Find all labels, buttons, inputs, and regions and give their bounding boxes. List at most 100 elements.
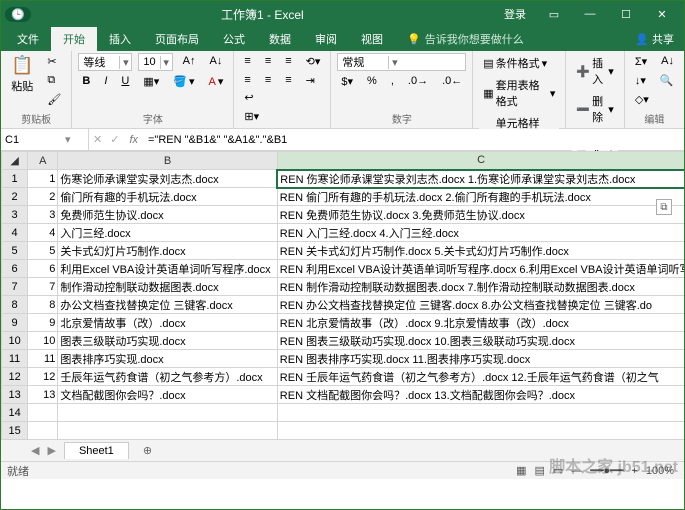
table-row[interactable]: 33免费师范生协议.docxREN 免费师范生协议.docx 3.免费师范生协议… bbox=[2, 206, 685, 224]
row-header[interactable]: 3 bbox=[2, 206, 28, 224]
name-box[interactable]: ▾ bbox=[1, 129, 89, 150]
row-header[interactable]: 5 bbox=[2, 242, 28, 260]
cell[interactable]: 图表排序巧实现.docx bbox=[58, 350, 277, 368]
new-sheet-button[interactable]: ⊕ bbox=[137, 442, 158, 459]
sheet-nav-next[interactable]: ▶ bbox=[47, 444, 55, 457]
view-page-layout-button[interactable]: ▤ bbox=[530, 464, 548, 477]
align-bottom-button[interactable]: ≡ bbox=[281, 53, 295, 69]
tell-me[interactable]: 💡 告诉我你想要做什么 bbox=[403, 27, 528, 51]
close-button[interactable]: ✕ bbox=[644, 1, 680, 27]
align-right-button[interactable]: ≡ bbox=[281, 72, 295, 88]
cell[interactable]: REN 文档配截图你会吗？.docx 13.文档配截图你会吗？.docx bbox=[277, 386, 684, 404]
tab-home[interactable]: 开始 bbox=[51, 27, 97, 51]
cell[interactable] bbox=[277, 404, 684, 422]
tab-file[interactable]: 文件 bbox=[5, 27, 51, 51]
cell[interactable]: 2 bbox=[28, 188, 58, 206]
bold-button[interactable]: B bbox=[78, 73, 94, 89]
table-row[interactable]: 14 bbox=[2, 404, 685, 422]
zoom-in-button[interactable]: + bbox=[627, 465, 641, 477]
sheet-nav-prev[interactable]: ◀ bbox=[31, 444, 39, 457]
cell[interactable]: 办公文档查找替换定位 三键客.docx bbox=[58, 296, 277, 314]
orientation-button[interactable]: ⟲▾ bbox=[302, 53, 325, 70]
cell[interactable] bbox=[277, 422, 684, 440]
worksheet[interactable]: ◢ A B C 11伤寒论师承课堂实录刘志杰.docxREN 伤寒论师承课堂实录… bbox=[1, 151, 684, 479]
cell[interactable]: 4 bbox=[28, 224, 58, 242]
grid[interactable]: ◢ A B C 11伤寒论师承课堂实录刘志杰.docxREN 伤寒论师承课堂实录… bbox=[1, 151, 684, 476]
cell[interactable]: 图表三级联动巧实现.docx bbox=[58, 332, 277, 350]
minimize-button[interactable]: — bbox=[572, 1, 608, 27]
cell[interactable]: REN 制作滑动控制联动数据图表.docx 7.制作滑动控制联动数据图表.doc… bbox=[277, 278, 684, 296]
insert-cells-button[interactable]: ➕插入▾ bbox=[572, 53, 617, 89]
cell[interactable]: 免费师范生协议.docx bbox=[58, 206, 277, 224]
cell[interactable] bbox=[28, 422, 58, 440]
indent-button[interactable]: ⇥ bbox=[302, 72, 319, 89]
copy-button[interactable]: ⧉ bbox=[43, 72, 65, 89]
border-button[interactable]: ▦▾ bbox=[139, 73, 163, 90]
formula-input[interactable] bbox=[144, 129, 684, 150]
ribbon-display-options[interactable]: ▭ bbox=[536, 1, 572, 27]
italic-button[interactable]: I bbox=[100, 73, 111, 89]
cell[interactable]: 偷门所有趣的手机玩法.docx bbox=[58, 188, 277, 206]
decrease-font-button[interactable]: A↓ bbox=[205, 53, 226, 69]
decrease-decimal-button[interactable]: .0← bbox=[438, 73, 466, 89]
cell[interactable]: 关卡式幻灯片巧制作.docx bbox=[58, 242, 277, 260]
maximize-button[interactable]: ☐ bbox=[608, 1, 644, 27]
row-header[interactable]: 4 bbox=[2, 224, 28, 242]
tab-formulas[interactable]: 公式 bbox=[211, 27, 257, 51]
cell[interactable]: REN 偷门所有趣的手机玩法.docx 2.偷门所有趣的手机玩法.docx bbox=[277, 188, 684, 206]
table-row[interactable]: 1212壬辰年运气药食谱（初之气参考方）.docxREN 壬辰年运气药食谱（初之… bbox=[2, 368, 685, 386]
cell[interactable]: 5 bbox=[28, 242, 58, 260]
cell[interactable]: REN 伤寒论师承课堂实录刘志杰.docx 1.伤寒论师承课堂实录刘志杰.doc… bbox=[277, 170, 684, 188]
cell[interactable]: REN 图表排序巧实现.docx 11.图表排序巧实现.docx bbox=[277, 350, 684, 368]
table-row[interactable]: 1010图表三级联动巧实现.docxREN 图表三级联动巧实现.docx 10.… bbox=[2, 332, 685, 350]
view-page-break-button[interactable]: ▭ bbox=[549, 464, 567, 477]
merge-button[interactable]: ⊞▾ bbox=[240, 108, 324, 125]
cell[interactable]: 壬辰年运气药食谱（初之气参考方）.docx bbox=[58, 368, 277, 386]
font-color-button[interactable]: A▾ bbox=[205, 73, 228, 90]
align-center-button[interactable]: ≡ bbox=[261, 72, 275, 88]
paste-button[interactable]: 📋 粘贴 bbox=[7, 53, 37, 99]
align-left-button[interactable]: ≡ bbox=[240, 72, 254, 88]
cell[interactable]: 6 bbox=[28, 260, 58, 278]
cell[interactable]: 3 bbox=[28, 206, 58, 224]
autosave-toggle[interactable]: 🕒 bbox=[5, 7, 31, 22]
zoom-slider[interactable]: ━━●━━ bbox=[586, 464, 627, 477]
cell[interactable]: 11 bbox=[28, 350, 58, 368]
cell[interactable]: REN 利用Excel VBA设计英语单词听写程序.docx 6.利用Excel… bbox=[277, 260, 684, 278]
table-row[interactable]: 99北京爱情故事（改）.docxREN 北京爱情故事（改）.docx 9.北京爱… bbox=[2, 314, 685, 332]
table-row[interactable]: 11伤寒论师承课堂实录刘志杰.docxREN 伤寒论师承课堂实录刘志杰.docx… bbox=[2, 170, 685, 188]
table-row[interactable]: 55关卡式幻灯片巧制作.docxREN 关卡式幻灯片巧制作.docx 5.关卡式… bbox=[2, 242, 685, 260]
row-header[interactable]: 8 bbox=[2, 296, 28, 314]
sheet-tab[interactable]: Sheet1 bbox=[64, 442, 129, 459]
find-button[interactable]: 🔍 bbox=[656, 72, 678, 89]
tab-view[interactable]: 视图 bbox=[349, 27, 395, 51]
table-row[interactable]: 88办公文档查找替换定位 三键客.docxREN 办公文档查找替换定位 三键客.… bbox=[2, 296, 685, 314]
table-row[interactable]: 1313文档配截图你会吗？.docxREN 文档配截图你会吗？.docx 13.… bbox=[2, 386, 685, 404]
table-format-button[interactable]: ▦套用表格格式▾ bbox=[479, 75, 559, 111]
zoom-level[interactable]: 100% bbox=[642, 465, 678, 477]
cell[interactable] bbox=[28, 404, 58, 422]
row-header[interactable]: 13 bbox=[2, 386, 28, 404]
cell[interactable]: 9 bbox=[28, 314, 58, 332]
cell[interactable]: 1 bbox=[28, 170, 58, 188]
table-row[interactable]: 15 bbox=[2, 422, 685, 440]
row-header[interactable]: 7 bbox=[2, 278, 28, 296]
cancel-formula-icon[interactable]: ✕ bbox=[89, 133, 106, 146]
view-normal-button[interactable]: ▦ bbox=[512, 464, 530, 477]
row-header[interactable]: 10 bbox=[2, 332, 28, 350]
row-header[interactable]: 14 bbox=[2, 404, 28, 422]
col-header-A[interactable]: A bbox=[28, 152, 58, 170]
col-header-C[interactable]: C bbox=[277, 152, 684, 170]
select-all-corner[interactable]: ◢ bbox=[2, 152, 28, 170]
cell[interactable]: 7 bbox=[28, 278, 58, 296]
row-header[interactable]: 6 bbox=[2, 260, 28, 278]
tab-page-layout[interactable]: 页面布局 bbox=[143, 27, 211, 51]
name-box-input[interactable] bbox=[5, 134, 65, 146]
fx-icon[interactable]: fx bbox=[123, 134, 144, 146]
sort-filter-button[interactable]: A↓ bbox=[657, 53, 678, 69]
cell[interactable]: REN 关卡式幻灯片巧制作.docx 5.关卡式幻灯片巧制作.docx bbox=[277, 242, 684, 260]
cell[interactable]: 利用Excel VBA设计英语单词听写程序.docx bbox=[58, 260, 277, 278]
cell[interactable]: REN 图表三级联动巧实现.docx 10.图表三级联动巧实现.docx bbox=[277, 332, 684, 350]
delete-cells-button[interactable]: ➖删除▾ bbox=[572, 91, 617, 127]
comma-button[interactable]: , bbox=[387, 73, 398, 89]
